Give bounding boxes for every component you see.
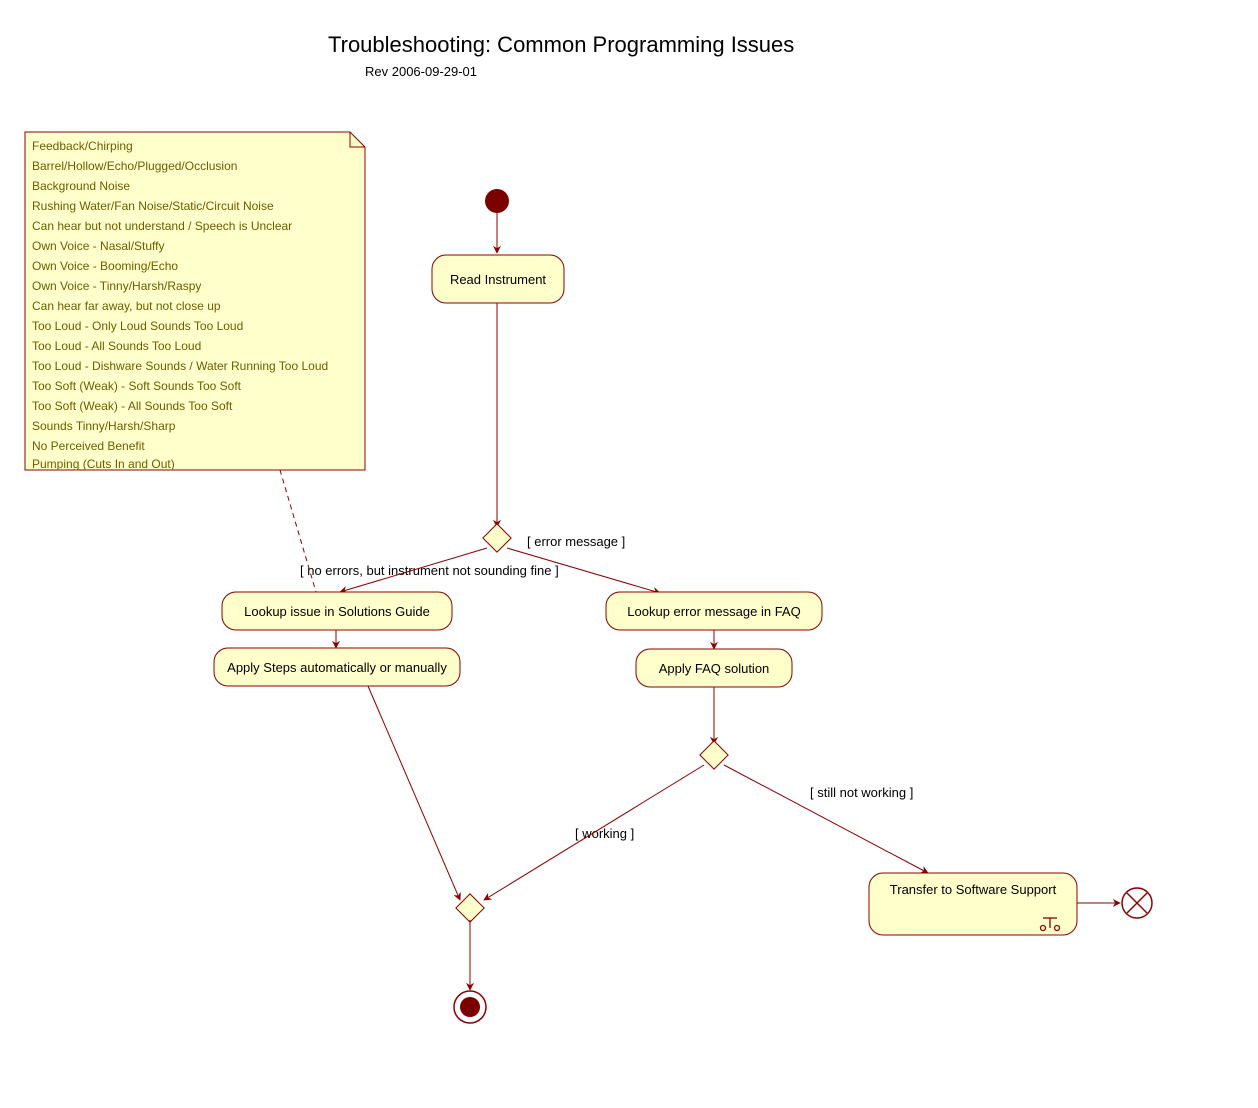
note-line: Can hear but not understand / Speech is … [32,219,292,233]
note-line: No Perceived Benefit [32,439,145,453]
note-line: Too Soft (Weak) - Soft Sounds Too Soft [32,379,242,393]
note-line: Can hear far away, but not close up [32,299,221,313]
activity-label: Apply Steps automatically or manually [227,660,447,675]
note-line: Rushing Water/Fan Noise/Static/Circuit N… [32,199,274,213]
activity-label: Lookup issue in Solutions Guide [244,604,430,619]
guard-error-message: [ error message ] [527,534,625,549]
diagram-revision: Rev 2006-09-29-01 [365,64,477,79]
note-line: Pumping (Cuts In and Out) [32,457,175,471]
activity-label: Lookup error message in FAQ [627,604,800,619]
activity-label: Read Instrument [450,272,546,287]
decision-1 [483,524,511,552]
flow-final-node [1122,888,1152,918]
note-line: Own Voice - Nasal/Stuffy [32,239,165,253]
activity-final-node [454,991,486,1023]
issue-note: Feedback/Chirping Barrel/Hollow/Echo/Plu… [25,132,365,471]
note-line: Own Voice - Booming/Echo [32,259,178,273]
note-anchor-line [280,470,316,592]
note-line: Too Loud - Only Loud Sounds Too Loud [32,319,243,333]
activity-label: Apply FAQ solution [659,661,770,676]
note-line: Barrel/Hollow/Echo/Plugged/Occlusion [32,159,237,173]
note-line: Too Soft (Weak) - All Sounds Too Soft [32,399,233,413]
guard-still-not-working: [ still not working ] [810,785,913,800]
decision-2 [700,741,728,769]
note-line: Too Loud - All Sounds Too Loud [32,339,201,353]
note-line: Background Noise [32,179,130,193]
initial-node [485,189,509,213]
note-line: Own Voice - Tinny/Harsh/Raspy [32,279,201,293]
diagram-title: Troubleshooting: Common Programming Issu… [328,32,794,57]
note-line: Feedback/Chirping [32,139,133,153]
note-line: Too Loud - Dishware Sounds / Water Runni… [32,359,328,373]
note-line: Sounds Tinny/Harsh/Sharp [32,419,176,433]
activity-label: Transfer to Software Support [890,882,1057,897]
merge-node [456,894,484,922]
